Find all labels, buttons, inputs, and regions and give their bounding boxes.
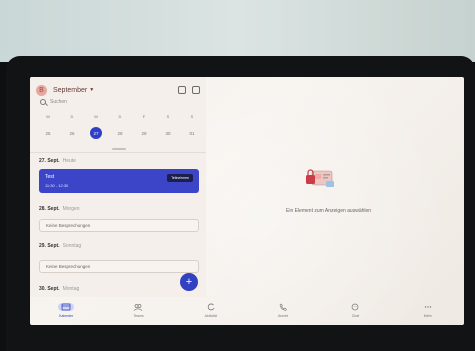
search-bar[interactable]: Suchen	[40, 99, 67, 105]
chat-icon	[350, 303, 360, 311]
day-cell[interactable]: 26	[64, 127, 80, 139]
nav-item-activity[interactable]: Aktivität	[186, 303, 236, 318]
phone-icon	[278, 303, 288, 311]
empty-day-box: Keine Besprechungen	[39, 260, 199, 273]
agenda-day-header: 30. Sept. Montag	[39, 286, 79, 292]
nav-label: Teams	[133, 314, 144, 318]
agenda-date: 27. Sept.	[39, 158, 60, 164]
empty-day-text: Keine Besprechungen	[46, 223, 91, 228]
header-actions	[178, 86, 200, 94]
view-toggle-icon[interactable]	[192, 86, 200, 94]
nav-item-chat[interactable]: Chat	[330, 303, 380, 318]
activity-icon	[206, 303, 216, 311]
agenda-day-header: 29. Sept. Sonntag	[39, 243, 81, 249]
day-cell[interactable]: 01	[184, 127, 200, 139]
agenda-date: 29. Sept.	[39, 243, 60, 249]
bottom-navigation: Kalender Teams Aktivität Anrufe Chat Meh…	[30, 297, 464, 325]
more-icon	[423, 303, 433, 311]
agenda-subtitle: Montag	[62, 286, 80, 292]
calendar-header: B September ▼	[36, 83, 200, 97]
tablet-screen: B September ▼ Suchen M D M D F S S 25 26…	[30, 77, 464, 325]
weekday-label: S	[190, 114, 194, 119]
nav-label: Chat	[351, 314, 360, 318]
search-icon	[40, 99, 46, 105]
avatar[interactable]: B	[36, 84, 47, 96]
agenda-day-header: 28. Sept. Morgen	[39, 206, 80, 212]
weekday-header: M D M D F S S	[40, 114, 200, 119]
agenda-date: 30. Sept.	[39, 286, 60, 292]
nav-label: Mehr	[423, 314, 432, 318]
empty-day-text: Keine Besprechungen	[46, 264, 91, 269]
agenda-subtitle: Heute	[62, 158, 76, 164]
nav-item-teams[interactable]: Teams	[113, 303, 163, 318]
day-cell[interactable]: 28	[112, 127, 128, 139]
week-strip: 25 26 27 28 29 30 01	[40, 127, 200, 139]
calendar-panel: B September ▼ Suchen M D M D F S S 25 26…	[30, 77, 206, 297]
day-cell[interactable]: 25	[40, 127, 56, 139]
month-title[interactable]: September	[53, 87, 87, 94]
background-wall	[0, 0, 475, 62]
teams-icon	[133, 303, 143, 311]
agenda-subtitle: Sonntag	[62, 243, 82, 249]
join-button[interactable]: Teilnehmen	[167, 174, 193, 182]
divider	[30, 152, 206, 153]
nav-label: Aktivität	[204, 314, 217, 318]
event-title: Test	[45, 174, 55, 180]
weekday-label: D	[70, 114, 74, 119]
empty-state-message: Ein Element zum Anzeigen auswählen	[286, 208, 372, 214]
day-cell[interactable]: 30	[160, 127, 176, 139]
day-cell[interactable]: 29	[136, 127, 152, 139]
agenda-day-header: 27. Sept. Heute	[39, 158, 76, 164]
day-cell-selected[interactable]: 27	[90, 127, 102, 139]
empty-day-box: Keine Besprechungen	[39, 219, 199, 232]
event-card[interactable]: Test 11:30 - 12:30 Teilnehmen	[39, 169, 199, 193]
weekday-label: S	[166, 114, 170, 119]
drag-handle[interactable]	[112, 148, 126, 150]
nav-item-calendar[interactable]: Kalender	[41, 303, 91, 318]
empty-state-illustration	[306, 169, 334, 187]
agenda-subtitle: Morgen	[62, 206, 80, 212]
calendar-icon	[58, 303, 75, 311]
search-label: Suchen	[50, 99, 67, 105]
new-event-button[interactable]: +	[180, 273, 198, 291]
weekday-label: M	[46, 114, 50, 119]
nav-label: Kalender	[59, 314, 74, 318]
nav-label: Anrufe	[277, 314, 289, 318]
event-time: 11:30 - 12:30	[45, 183, 69, 188]
weekday-label: M	[94, 114, 98, 119]
nav-item-more[interactable]: Mehr	[403, 303, 453, 318]
today-icon[interactable]	[178, 86, 186, 94]
agenda-date: 28. Sept.	[39, 206, 60, 212]
weekday-label: F	[142, 114, 146, 119]
chevron-down-icon[interactable]: ▼	[89, 87, 94, 93]
weekday-label: D	[118, 114, 122, 119]
nav-item-calls[interactable]: Anrufe	[258, 303, 308, 318]
